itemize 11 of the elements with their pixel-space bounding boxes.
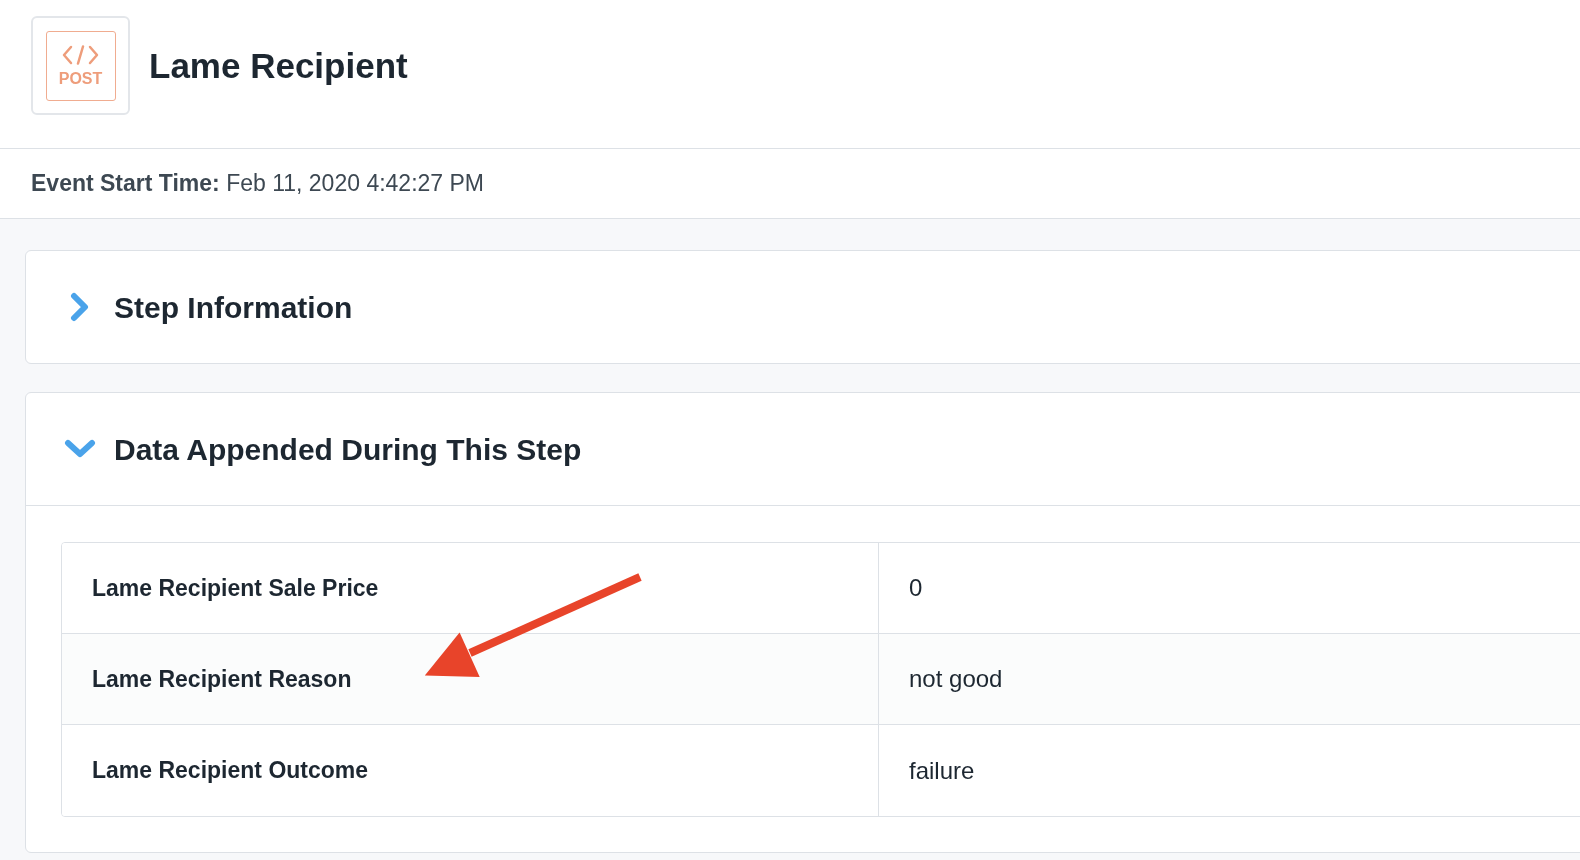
table-cell: Lame Recipient Outcome <box>62 725 879 816</box>
section-header[interactable]: Step Information <box>26 251 1580 363</box>
table-cell-text: not good <box>908 664 1004 694</box>
event-start-time: Event Start Time: Feb 11, 2020 4:42:27 PM <box>31 169 484 199</box>
table-cell-text: failure <box>908 755 976 786</box>
table-cell-text: 0 <box>908 573 924 603</box>
page-title: Lame Recipient <box>149 45 408 86</box>
code-icon <box>62 44 99 65</box>
table-cell: Lame Recipient Sale Price <box>62 543 879 633</box>
method-label: POST <box>58 70 103 87</box>
section-header[interactable]: Data Appended During This Step <box>26 393 1580 506</box>
